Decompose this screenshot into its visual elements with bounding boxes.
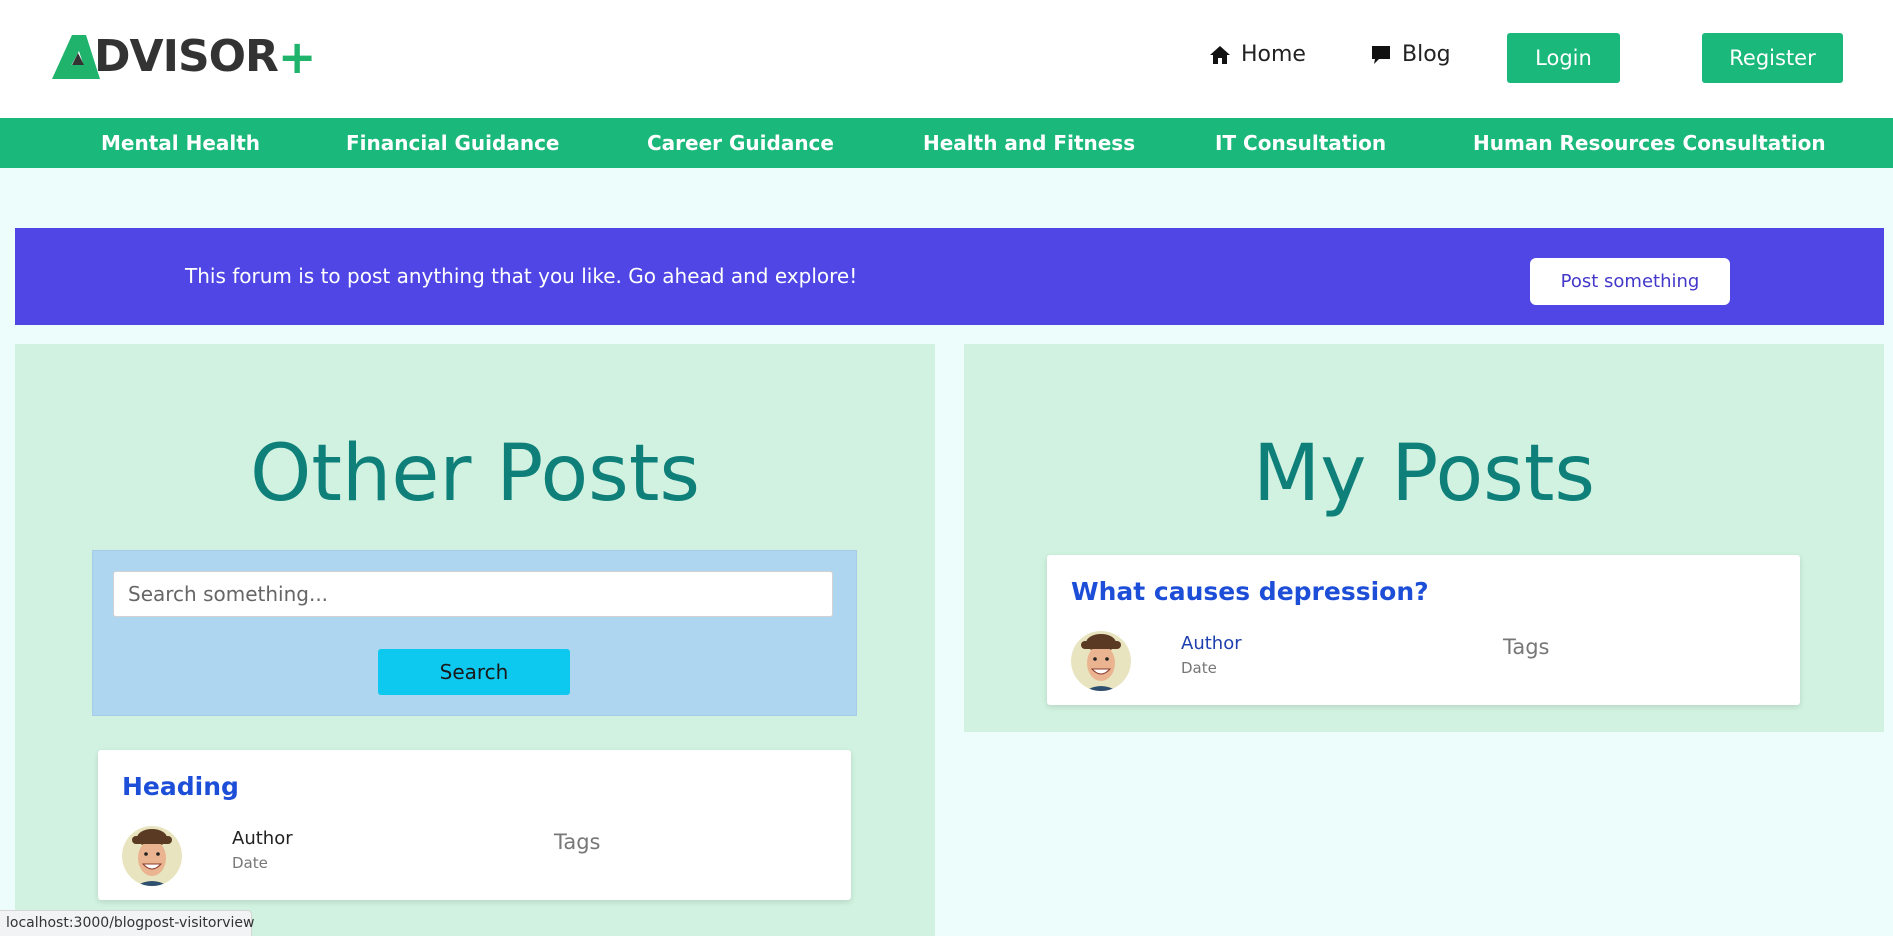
avatar [122, 826, 182, 886]
browser-status-url: localhost:3000/blogpost-visitorview [0, 910, 254, 936]
my-post-card[interactable]: What causes depression? Author Date Tags [1047, 555, 1800, 705]
post-date: Date [232, 854, 268, 872]
logo-plus: + [277, 30, 317, 84]
other-posts-title: Other Posts [249, 429, 701, 519]
logo-text: DVISOR [94, 31, 279, 82]
category-it-consultation[interactable]: IT Consultation [1215, 131, 1386, 155]
category-financial-guidance[interactable]: Financial Guidance [346, 131, 560, 155]
search-button[interactable]: Search [378, 649, 570, 695]
banner-text: This forum is to post anything that you … [185, 264, 858, 288]
my-post-date: Date [1181, 659, 1217, 677]
other-posts-panel: Other Posts Search Heading Author Date T… [15, 344, 935, 936]
my-posts-title: My Posts [1252, 429, 1596, 519]
avatar-face-icon [122, 826, 182, 886]
post-something-button[interactable]: Post something [1530, 258, 1730, 305]
home-icon [1210, 45, 1230, 64]
search-box: Search [92, 550, 857, 716]
category-health-fitness[interactable]: Health and Fitness [923, 131, 1135, 155]
category-mental-health[interactable]: Mental Health [101, 131, 260, 155]
nav-home-label: Home [1241, 42, 1306, 67]
login-button[interactable]: Login [1507, 33, 1620, 83]
post-author: Author [232, 828, 293, 849]
my-post-heading[interactable]: What causes depression? [1071, 577, 1429, 606]
post-heading[interactable]: Heading [122, 772, 239, 801]
my-post-author: Author [1181, 633, 1242, 654]
post-tags: Tags [554, 830, 601, 854]
my-post-tags: Tags [1503, 635, 1550, 659]
avatar [1071, 631, 1131, 691]
forum-banner: This forum is to post anything that you … [15, 228, 1884, 325]
nav-blog-link[interactable]: Blog [1370, 42, 1451, 67]
register-button[interactable]: Register [1702, 33, 1843, 83]
my-posts-panel: My Posts What causes depression? Author … [964, 344, 1884, 732]
nav-blog-label: Blog [1402, 42, 1451, 67]
post-card[interactable]: Heading Author Date Tags [98, 750, 851, 900]
category-bar: Mental Health Financial Guidance Career … [0, 118, 1893, 168]
logo-a-mark-icon [52, 35, 100, 79]
category-career-guidance[interactable]: Career Guidance [647, 131, 834, 155]
avatar-face-icon [1071, 631, 1131, 691]
search-input[interactable] [113, 571, 833, 617]
category-hr-consultation[interactable]: Human Resources Consultation [1473, 131, 1826, 155]
site-header: DVISOR + Home Blog Login Register [0, 0, 1893, 118]
nav-home-link[interactable]: Home [1209, 42, 1306, 67]
comment-icon [1372, 45, 1390, 64]
advisor-logo[interactable]: DVISOR + [52, 34, 316, 80]
